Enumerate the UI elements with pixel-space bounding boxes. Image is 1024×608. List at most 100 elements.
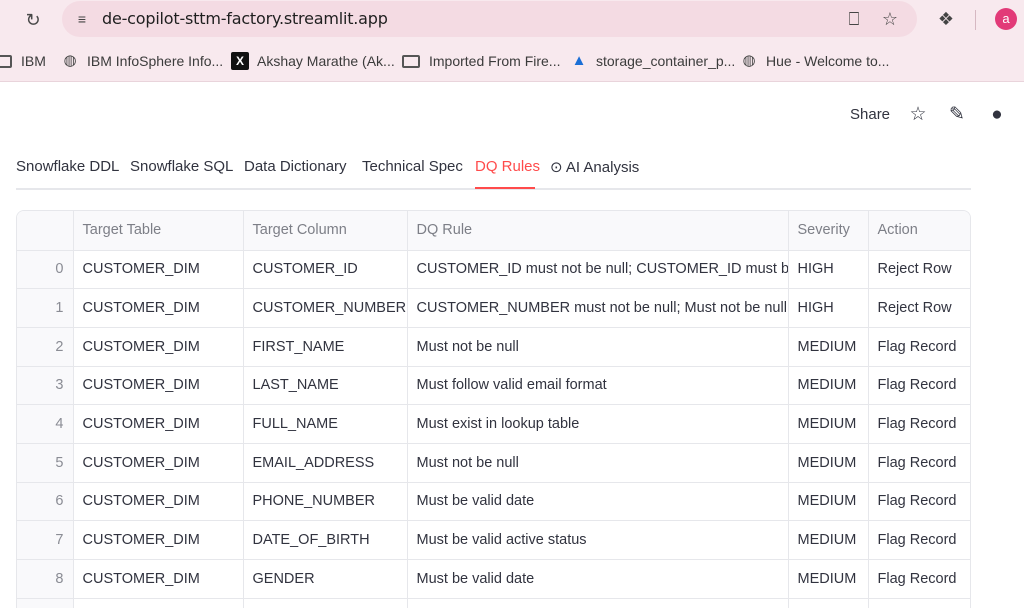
target-column-cell[interactable]: FIRST_NAME [243, 327, 408, 367]
row-index[interactable]: 5 [17, 443, 74, 483]
severity-cell[interactable]: MEDIUM [788, 520, 869, 560]
url-text[interactable]: de-copilot-sttm-factory.streamlit.app [102, 9, 388, 28]
install-app-icon[interactable]: ⎕ [843, 8, 865, 30]
tab-data-dictionary[interactable]: Data Dictionary [244, 158, 347, 175]
target-table-cell[interactable] [73, 598, 244, 608]
table-row[interactable]: 2 CUSTOMER_DIM FIRST_NAME Must not be null M… [17, 327, 970, 367]
dq-rule-cell[interactable]: Must not be null [407, 327, 789, 367]
target-table-cell[interactable]: CUSTOMER_DIM [73, 482, 244, 522]
target-table-cell[interactable]: CUSTOMER_DIM [73, 404, 244, 444]
bookmark-item[interactable]: ▲ storage_container_p... [570, 51, 736, 71]
severity-cell[interactable]: MEDIUM [788, 327, 869, 367]
target-table-cell[interactable]: CUSTOMER_DIM [73, 366, 244, 406]
extensions-icon[interactable]: ❖ [935, 8, 957, 30]
action-cell[interactable] [868, 598, 970, 608]
github-icon[interactable]: ● [986, 104, 1008, 126]
target-column-cell[interactable]: LAST_NAME [243, 366, 408, 406]
action-cell[interactable]: Flag Record [868, 482, 970, 522]
table-row[interactable]: 5 CUSTOMER_DIM EMAIL_ADDRESS Must not be nu… [17, 443, 970, 483]
dq-rule-cell[interactable]: Must exist in lookup table [407, 404, 789, 444]
row-index[interactable]: 0 [17, 250, 74, 290]
action-cell[interactable]: Flag Record [868, 520, 970, 560]
table-row[interactable]: 0 CUSTOMER_DIM CUSTOMER_ID CUSTOMER_ID must… [17, 250, 970, 290]
dq-rule-cell[interactable]: Must be valid active status [407, 520, 789, 560]
column-header-dq-rule[interactable]: DQ Rule [407, 211, 789, 251]
bookmark-star-icon[interactable]: ☆ [879, 8, 901, 30]
table-row[interactable]: 6 CUSTOMER_DIM PHONE_NUMBER Must be valid d… [17, 482, 970, 522]
table-row[interactable]: 3 CUSTOMER_DIM LAST_NAME Must follow valid … [17, 366, 970, 406]
dq-rule-cell[interactable]: Must be valid date [407, 559, 789, 599]
tab-technical-spec[interactable]: Technical Spec [362, 158, 463, 175]
action-cell[interactable]: Reject Row [868, 250, 970, 290]
target-column-cell[interactable]: FULL_NAME [243, 404, 408, 444]
target-table-cell[interactable]: CUSTOMER_DIM [73, 520, 244, 560]
action-cell[interactable]: Flag Record [868, 559, 970, 599]
tab-snowflake-sql[interactable]: Snowflake SQL [130, 158, 233, 175]
tab-snowflake-ddl[interactable]: Snowflake DDL [16, 158, 119, 175]
action-cell[interactable]: Flag Record [868, 327, 970, 367]
favorite-star-icon[interactable]: ☆ [907, 104, 929, 126]
dq-rule-cell[interactable]: CUSTOMER_ID must not be null; CUSTOMER_I… [407, 250, 789, 290]
severity-cell[interactable]: HIGH [788, 250, 869, 290]
severity-cell[interactable]: HIGH [788, 288, 869, 328]
target-column-cell[interactable] [243, 598, 408, 608]
severity-cell[interactable]: MEDIUM [788, 559, 869, 599]
table-row[interactable]: 1 CUSTOMER_DIM CUSTOMER_NUMBER CUSTOMER_NUM… [17, 288, 970, 328]
dq-rule-cell[interactable]: CUSTOMER_NUMBER must not be null; Must n… [407, 288, 789, 328]
table-row[interactable]: 4 CUSTOMER_DIM FULL_NAME Must exist in look… [17, 404, 970, 444]
tab-ai-analysis[interactable]: ⊙ AI Analysis [550, 158, 639, 176]
action-cell[interactable]: Flag Record [868, 404, 970, 444]
bookmark-item[interactable]: ◍ Hue - Welcome to... [740, 51, 889, 71]
target-table-cell[interactable]: CUSTOMER_DIM [73, 250, 244, 290]
action-cell[interactable]: Reject Row [868, 288, 970, 328]
target-table-cell[interactable]: CUSTOMER_DIM [73, 443, 244, 483]
severity-cell[interactable]: MEDIUM [788, 443, 869, 483]
row-index[interactable] [17, 598, 74, 608]
row-index[interactable]: 7 [17, 520, 74, 560]
severity-cell[interactable] [788, 598, 869, 608]
dq-rule-cell[interactable]: Must be valid date [407, 482, 789, 522]
profile-avatar[interactable]: a [995, 8, 1017, 30]
bookmark-label: IBM InfoSphere Info... [87, 53, 224, 69]
target-table-cell[interactable]: CUSTOMER_DIM [73, 559, 244, 599]
share-button[interactable]: Share [850, 106, 890, 123]
site-settings-icon[interactable]: ≡ [72, 9, 92, 29]
dq-rule-cell[interactable]: Must not be null [407, 443, 789, 483]
table-row[interactable]: 7 CUSTOMER_DIM DATE_OF_BIRTH Must be valid … [17, 520, 970, 560]
column-header-action[interactable]: Action [868, 211, 970, 251]
target-column-cell[interactable]: CUSTOMER_ID [243, 250, 408, 290]
row-index[interactable]: 3 [17, 366, 74, 406]
row-index[interactable]: 4 [17, 404, 74, 444]
dq-rule-cell[interactable]: Must follow valid email format [407, 366, 789, 406]
bookmark-item[interactable]: X Akshay Marathe (Ak... [231, 51, 395, 71]
target-table-cell[interactable]: CUSTOMER_DIM [73, 327, 244, 367]
tab-dq-rules[interactable]: DQ Rules [475, 158, 540, 175]
row-index[interactable]: 6 [17, 482, 74, 522]
bookmark-item[interactable]: IBM [0, 51, 46, 71]
target-column-cell[interactable]: EMAIL_ADDRESS [243, 443, 408, 483]
action-cell[interactable]: Flag Record [868, 366, 970, 406]
action-cell[interactable]: Flag Record [868, 443, 970, 483]
column-header-severity[interactable]: Severity [788, 211, 869, 251]
target-column-cell[interactable]: GENDER [243, 559, 408, 599]
severity-cell[interactable]: MEDIUM [788, 404, 869, 444]
bookmark-item[interactable]: Imported From Fire... [402, 51, 560, 71]
dq-rule-cell[interactable] [407, 598, 789, 608]
row-index[interactable]: 8 [17, 559, 74, 599]
dq-rules-table[interactable]: Target Table Target Column DQ Rule Sever… [16, 210, 971, 608]
column-header-target-column[interactable]: Target Column [243, 211, 408, 251]
bookmark-item[interactable]: ◍ IBM InfoSphere Info... [61, 51, 223, 71]
reload-icon[interactable]: ↻ [22, 9, 44, 31]
table-row[interactable] [17, 598, 970, 608]
row-index[interactable]: 2 [17, 327, 74, 367]
target-column-cell[interactable]: CUSTOMER_NUMBER [243, 288, 408, 328]
row-index[interactable]: 1 [17, 288, 74, 328]
target-column-cell[interactable]: DATE_OF_BIRTH [243, 520, 408, 560]
edit-pencil-icon[interactable]: ✎ [946, 104, 968, 126]
target-column-cell[interactable]: PHONE_NUMBER [243, 482, 408, 522]
target-table-cell[interactable]: CUSTOMER_DIM [73, 288, 244, 328]
table-row[interactable]: 8 CUSTOMER_DIM GENDER Must be valid date MED… [17, 559, 970, 599]
severity-cell[interactable]: MEDIUM [788, 482, 869, 522]
severity-cell[interactable]: MEDIUM [788, 366, 869, 406]
column-header-target-table[interactable]: Target Table [73, 211, 244, 251]
